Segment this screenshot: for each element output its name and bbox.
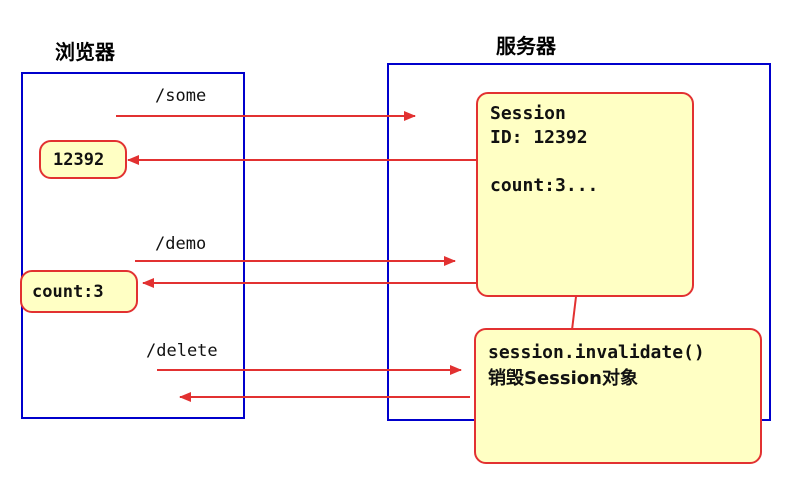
browser-count-text: count:3 xyxy=(32,282,104,302)
session-note-line2: ID: 12392 xyxy=(490,127,588,148)
invalidate-note-line1: session.invalidate() xyxy=(488,342,705,363)
session-object-note: Session ID: 12392 ​ count:3... xyxy=(476,92,694,297)
browser-count-note: count:3 xyxy=(20,270,138,313)
invalidate-note: session.invalidate() 销毁Session对象 xyxy=(474,328,762,464)
browser-session-id-note: 12392 xyxy=(39,140,127,179)
session-note-line3: ​ xyxy=(490,150,692,174)
session-note-line4: count:3... xyxy=(490,175,599,196)
invalidate-note-line2: 销毁Session对象 xyxy=(488,368,638,389)
browser-session-id-text: 12392 xyxy=(53,150,105,170)
session-note-line1: Session xyxy=(490,103,566,124)
